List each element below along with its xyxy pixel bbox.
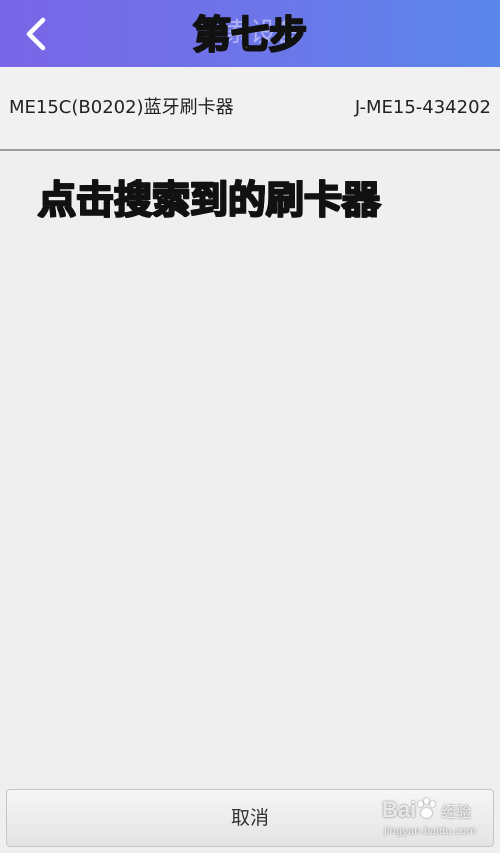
device-name: ME15C(B0202)蓝牙刷卡器 bbox=[9, 97, 234, 118]
watermark-logo: Bai 经验 bbox=[382, 797, 471, 825]
watermark-url: jingyan.baidu.com bbox=[384, 826, 477, 837]
device-list-item[interactable]: ME15C(B0202)蓝牙刷卡器 J-ME15-434202 bbox=[0, 67, 500, 151]
watermark-suffix: 经验 bbox=[441, 803, 472, 821]
step-overlay-title: 第七步 bbox=[192, 12, 308, 58]
back-button[interactable] bbox=[14, 12, 58, 56]
instruction-overlay: 点击搜索到的刷卡器 bbox=[37, 177, 381, 223]
paw-icon bbox=[416, 798, 438, 820]
app-header: 搜索设备 第七步 bbox=[0, 0, 500, 67]
watermark-brand: Bai bbox=[382, 797, 417, 822]
chevron-left-icon bbox=[26, 17, 46, 51]
watermark: Bai 经验 jingyan.baidu.com bbox=[382, 797, 494, 849]
device-id: J-ME15-434202 bbox=[354, 97, 491, 118]
